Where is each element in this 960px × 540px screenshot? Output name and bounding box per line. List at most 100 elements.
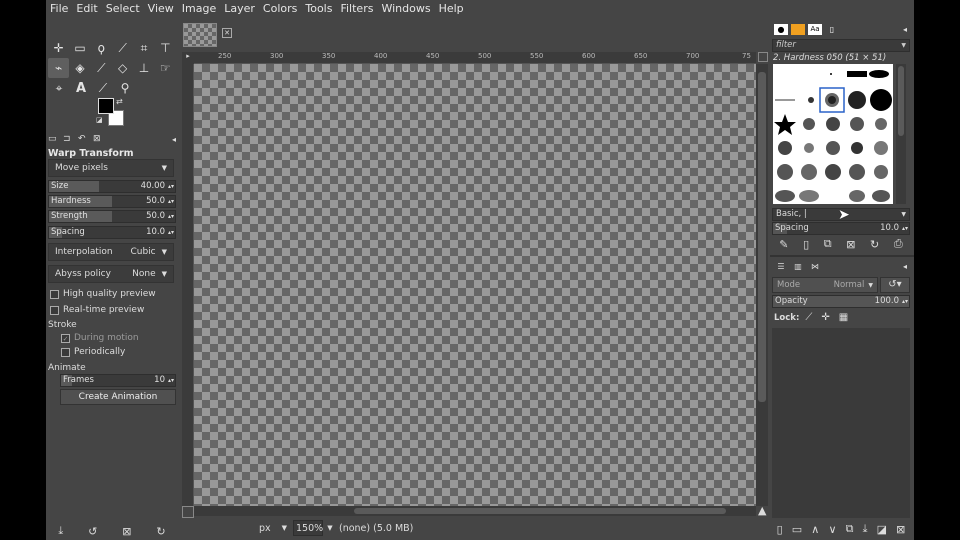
configure-tab-icon[interactable]: ◂ (898, 261, 912, 272)
edit-brush-icon[interactable]: ✎ (779, 238, 788, 251)
channels-tab-icon[interactable]: ▥ (791, 261, 805, 272)
strength-slider[interactable]: Strength 50.0 ▴▾ (48, 210, 176, 223)
patterns-tab-icon[interactable]: ■ (791, 23, 805, 35)
brush-filter-input[interactable]: filter ▼ (772, 39, 910, 52)
lock-alpha-icon[interactable]: ▦ (839, 312, 848, 323)
images-tab-icon[interactable]: ⊠ (93, 134, 108, 144)
align-icon[interactable]: ⊤ (155, 38, 176, 58)
dock-separator[interactable] (770, 255, 914, 257)
menu-windows[interactable]: Windows (381, 0, 430, 18)
spacing-slider[interactable]: Spacing 10.0 ▴▾ (48, 226, 176, 239)
vertical-scrollbar[interactable] (756, 64, 768, 506)
brush-scrollbar[interactable] (896, 64, 906, 204)
image-canvas[interactable] (194, 64, 756, 506)
scroll-thumb[interactable] (354, 508, 726, 514)
save-options-icon[interactable]: ⤓ (58, 524, 63, 538)
close-icon[interactable]: ✕ (222, 28, 232, 38)
device-status-tab-icon[interactable]: ⊐ (63, 134, 78, 144)
scroll-thumb[interactable] (758, 72, 766, 402)
spin-icon[interactable]: ▴▾ (168, 227, 174, 238)
new-brush-icon[interactable]: ▯ (803, 238, 809, 251)
paths-icon[interactable]: ⌖ (48, 78, 70, 98)
foreground-color[interactable] (98, 98, 114, 114)
reset-colors-icon[interactable]: ◪ (96, 116, 103, 124)
open-as-image-icon[interactable]: ⎙ (894, 237, 903, 251)
zoom-tool-icon[interactable]: ⚲ (114, 78, 136, 98)
mask-layer-icon[interactable]: ◪ (877, 523, 887, 536)
paintbrush-icon[interactable]: ⟋ (91, 58, 112, 78)
size-slider[interactable]: Size 40.00 ▴▾ (48, 180, 176, 193)
spin-icon[interactable]: ▴▾ (168, 196, 174, 207)
warp-transform-icon[interactable]: ⌁ (48, 58, 70, 78)
mode-reset-icon[interactable]: ↺▾ (880, 277, 910, 293)
abyss-policy-select[interactable]: Abyss policy None ▼ (48, 265, 174, 283)
create-animation-button[interactable]: Create Animation (60, 389, 176, 405)
move-tool-icon[interactable]: ✛ (48, 38, 69, 58)
horizontal-scrollbar[interactable] (194, 506, 756, 516)
spin-icon[interactable]: ▴▾ (902, 223, 908, 234)
lasso-icon[interactable]: ϙ (91, 38, 112, 58)
hq-preview-checkbox[interactable]: High quality preview (50, 289, 156, 299)
merge-layer-icon[interactable]: ⤓ (863, 522, 868, 536)
menu-select[interactable]: Select (106, 0, 140, 18)
lock-position-icon[interactable]: ✛ (821, 312, 829, 323)
chevron-down-icon[interactable]: ▼ (325, 524, 335, 532)
checkbox-box[interactable] (50, 289, 59, 299)
image-tab-thumbnail[interactable] (183, 23, 217, 47)
interpolation-select[interactable]: Interpolation Cubic ▼ (48, 243, 174, 261)
menu-edit[interactable]: Edit (76, 0, 97, 18)
color-picker-icon[interactable]: ⟋ (92, 78, 114, 98)
crop-icon[interactable]: ⌗ (133, 38, 154, 58)
brushes-tab-icon[interactable]: ● (774, 23, 788, 35)
hardness-slider[interactable]: Hardness 50.0 ▴▾ (48, 195, 176, 208)
quick-mask-icon[interactable] (182, 506, 194, 518)
warp-mode-select[interactable]: Move pixels ▼ (48, 159, 174, 177)
lower-layer-icon[interactable]: ∨ (828, 523, 836, 536)
delete-layer-icon[interactable]: ⊠ (896, 523, 905, 536)
menu-filters[interactable]: Filters (340, 0, 373, 18)
fonts-tab-icon[interactable]: Aa (808, 23, 822, 35)
undo-history-tab-icon[interactable]: ↶ (78, 134, 93, 144)
lock-pixels-icon[interactable]: ⟋ (805, 312, 812, 323)
paths-tab-icon[interactable]: ⋈ (808, 261, 822, 272)
new-layer-icon[interactable]: ▯ (777, 523, 783, 536)
tool-options-tab-icon[interactable]: ▭ (48, 134, 63, 144)
reset-options-icon[interactable]: ↻ (156, 525, 165, 538)
menu-colors[interactable]: Colors (263, 0, 297, 18)
fg-bg-colors[interactable]: ⇄ ◪ (96, 97, 128, 128)
spin-icon[interactable]: ▴▾ (168, 375, 174, 386)
configure-tab-icon[interactable]: ◂ (898, 24, 912, 35)
menu-view[interactable]: View (148, 0, 174, 18)
checkbox-box[interactable] (61, 347, 70, 357)
zoom-to-fit-icon[interactable] (758, 52, 768, 62)
unit-select[interactable]: px ▼ (256, 520, 290, 536)
layer-mode-select[interactable]: Mode Normal ▼ (772, 277, 878, 293)
rt-preview-checkbox[interactable]: Real-time preview (50, 305, 144, 315)
restore-options-icon[interactable]: ↺ (88, 525, 97, 538)
eraser-icon[interactable]: ◇ (112, 58, 133, 78)
new-layer-group-icon[interactable]: ▭ (792, 523, 802, 536)
bucket-fill-icon[interactable]: ◈ (69, 58, 90, 78)
brush-thumbnails[interactable] (773, 64, 893, 204)
menu-help[interactable]: Help (439, 0, 464, 18)
zoom-input[interactable]: 150% (293, 520, 323, 536)
configure-tab-icon[interactable]: ◂ (172, 135, 176, 144)
spin-icon[interactable]: ▴▾ (168, 181, 174, 192)
layers-tab-icon[interactable]: ☰ (774, 261, 788, 272)
frames-slider[interactable]: Frames 10 ▴▾ (60, 374, 176, 387)
check-icon[interactable]: ✓ (61, 333, 70, 343)
delete-brush-icon[interactable]: ⊠ (846, 238, 855, 251)
during-motion-checkbox[interactable]: ✓ During motion (61, 333, 139, 343)
smudge-icon[interactable]: ☞ (155, 58, 176, 78)
rect-select-icon[interactable]: ▭ (69, 38, 90, 58)
navigate-icon[interactable]: ▲ (758, 504, 766, 517)
checkbox-box[interactable] (50, 305, 59, 315)
opacity-slider[interactable]: Opacity 100.0 ▴▾ (772, 295, 910, 308)
brush-grid[interactable] (773, 64, 893, 204)
delete-options-icon[interactable]: ⊠ (122, 525, 131, 538)
menu-tools[interactable]: Tools (305, 0, 332, 18)
fuzzy-select-icon[interactable]: ⟋ (112, 38, 133, 58)
raise-layer-icon[interactable]: ∧ (811, 523, 819, 536)
periodically-checkbox[interactable]: Periodically (61, 347, 125, 357)
clone-icon[interactable]: ⊥ (133, 58, 154, 78)
